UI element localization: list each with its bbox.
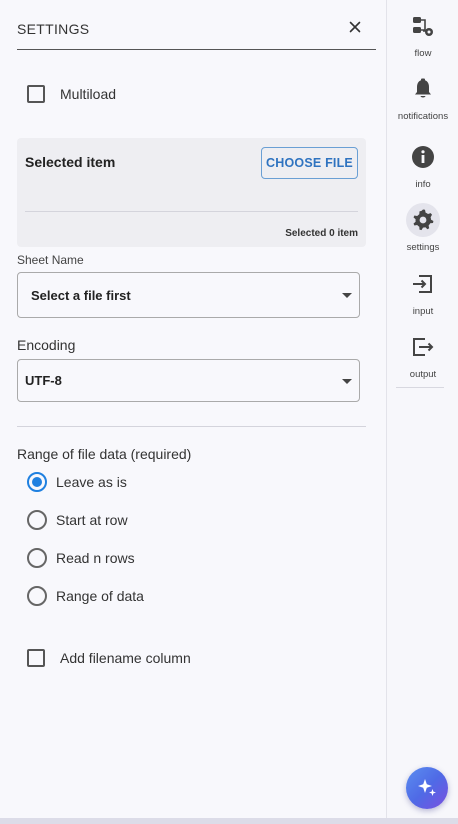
- multiload-label: Multiload: [60, 86, 117, 102]
- radio-read-n-rows[interactable]: Read n rows: [27, 547, 135, 569]
- radio-label: Read n rows: [56, 550, 135, 566]
- info-icon: [408, 142, 438, 172]
- selected-count: Selected 0 item: [285, 228, 358, 239]
- input-icon: [408, 269, 438, 299]
- multiload-checkbox-row[interactable]: Multiload: [27, 83, 116, 105]
- radio-leave-as-is[interactable]: Leave as is: [27, 471, 127, 493]
- panel-title: SETTINGS: [17, 21, 90, 37]
- chevron-down-icon: [342, 379, 352, 384]
- right-rail: flow notifications info settings input o…: [386, 0, 458, 818]
- sheet-name-label: Sheet Name: [17, 253, 84, 267]
- encoding-label: Encoding: [17, 337, 76, 353]
- rail-item-settings[interactable]: settings: [387, 203, 458, 259]
- rail-item-flow[interactable]: flow: [387, 11, 458, 67]
- choose-file-button[interactable]: CHOOSE FILE: [261, 147, 358, 179]
- output-icon: [408, 332, 438, 362]
- rail-item-label: info: [415, 179, 431, 190]
- rail-item-label: settings: [406, 242, 440, 253]
- sparkle-icon: [418, 779, 436, 796]
- radio-button[interactable]: [27, 510, 47, 530]
- encoding-select[interactable]: UTF-8: [17, 359, 360, 402]
- rail-item-label: input: [412, 306, 434, 317]
- section-divider: [17, 426, 366, 427]
- radio-label: Leave as is: [56, 474, 127, 490]
- radio-label: Start at row: [56, 512, 128, 528]
- rail-item-label: notifications: [397, 111, 449, 122]
- radio-label: Range of data: [56, 588, 144, 604]
- settings-panel: SETTINGS Multiload Selected item CHOOSE …: [0, 0, 386, 818]
- rail-item-notifications[interactable]: notifications: [387, 74, 458, 130]
- add-filename-checkbox-row[interactable]: Add filename column: [27, 647, 191, 669]
- close-button[interactable]: [346, 18, 364, 36]
- card-divider: [25, 211, 358, 212]
- rail-item-input[interactable]: input: [387, 269, 458, 325]
- rail-item-output[interactable]: output: [387, 332, 458, 388]
- selected-item-card: Selected item CHOOSE FILE Selected 0 ite…: [17, 138, 366, 247]
- panel-header: SETTINGS: [17, 0, 376, 50]
- close-icon: [349, 21, 361, 33]
- sheet-name-select[interactable]: Select a file first: [17, 272, 360, 318]
- selected-item-title: Selected item: [25, 154, 116, 170]
- multiload-checkbox[interactable]: [27, 85, 45, 103]
- add-filename-label: Add filename column: [60, 650, 191, 666]
- gear-icon: [406, 203, 440, 237]
- radio-button[interactable]: [27, 472, 47, 492]
- radio-button[interactable]: [27, 548, 47, 568]
- rail-divider: [396, 387, 444, 388]
- add-filename-checkbox[interactable]: [27, 649, 45, 667]
- radio-start-at-row[interactable]: Start at row: [27, 509, 128, 531]
- chevron-down-icon: [342, 293, 352, 298]
- rail-item-label: flow: [414, 48, 432, 59]
- ai-assistant-button[interactable]: [406, 767, 448, 809]
- radio-button[interactable]: [27, 586, 47, 606]
- encoding-value: UTF-8: [25, 373, 62, 388]
- bottom-bar: [0, 818, 458, 824]
- bell-icon: [408, 74, 438, 104]
- range-label: Range of file data (required): [17, 446, 192, 462]
- flow-icon: [408, 11, 438, 41]
- radio-range-of-data[interactable]: Range of data: [27, 585, 144, 607]
- rail-item-info[interactable]: info: [387, 142, 458, 198]
- rail-item-label: output: [409, 369, 437, 380]
- sheet-name-value: Select a file first: [31, 288, 131, 303]
